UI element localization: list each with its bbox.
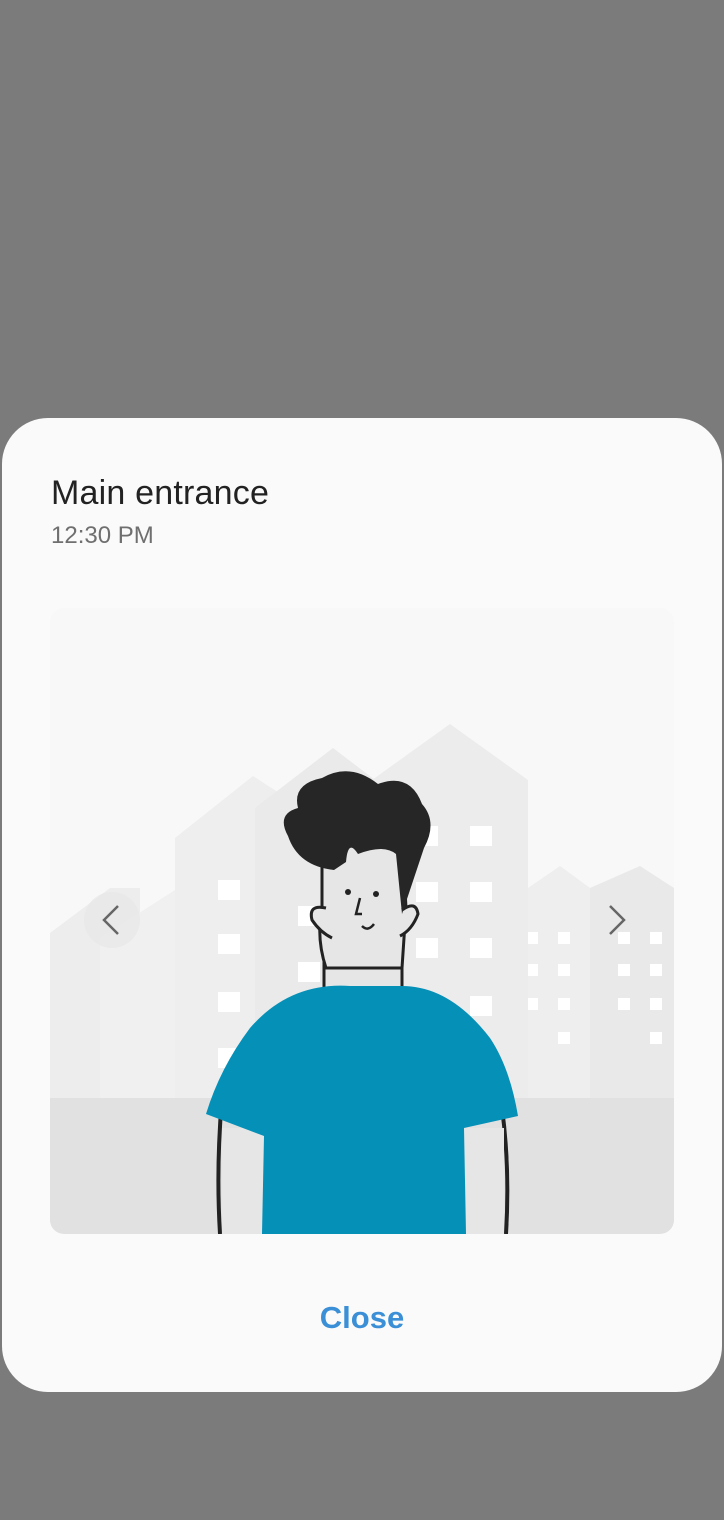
media-preview[interactable] [50, 608, 674, 1234]
chevron-right-icon [609, 905, 626, 935]
previous-button[interactable] [84, 892, 140, 948]
close-button[interactable]: Close [2, 1278, 722, 1358]
chevron-left-icon [102, 905, 119, 935]
dialog-title: Main entrance [51, 474, 270, 512]
dialog-time: 12:30 PM [51, 522, 154, 549]
person-illustration [50, 608, 674, 1234]
event-dialog: Main entrance 12:30 PM Close [2, 418, 722, 1392]
next-button[interactable] [588, 892, 644, 948]
